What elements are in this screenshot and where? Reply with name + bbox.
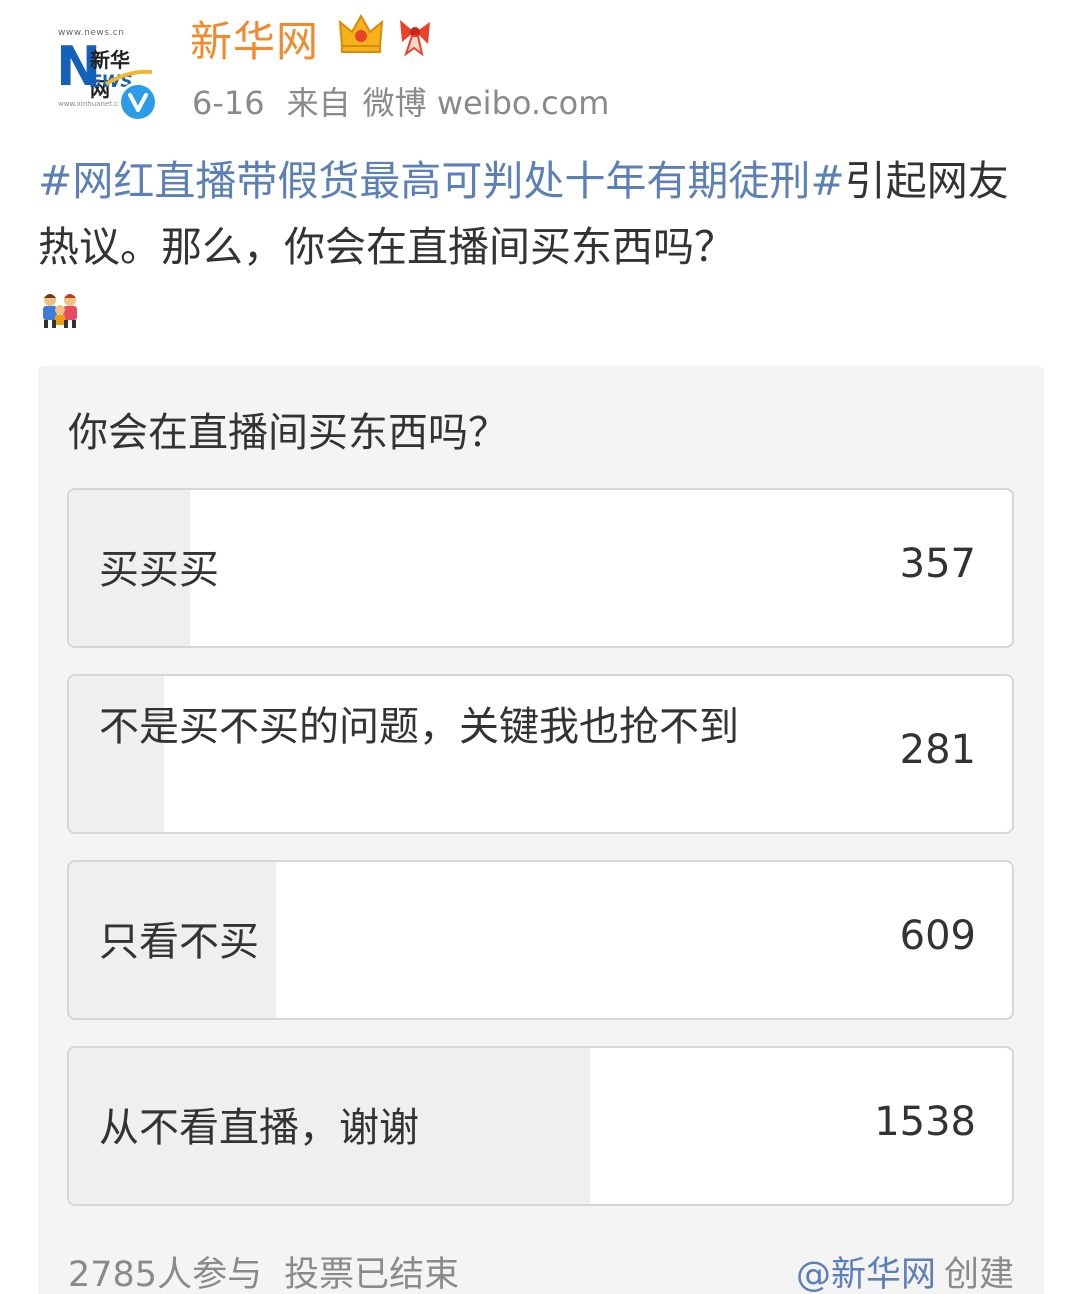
poll-participants: 2785人参与 (68, 1255, 263, 1294)
weibo-post: www.news.cn N 新华网 EWS www.xinhuanet.com … (0, 0, 1080, 1294)
poll-footer: 2785人参与 投票已结束 (68, 1246, 481, 1294)
poll-option-label: 不是买不买的问题，关键我也抢不到 (99, 704, 739, 750)
poll-creator-suffix: 创建 (943, 1255, 1014, 1294)
verified-v-icon (118, 82, 158, 122)
poll-status: 投票已结束 (284, 1255, 460, 1294)
post-date: 6-16 (192, 84, 265, 122)
post-meta: 6-16 来自 微博 weibo.com (192, 78, 631, 124)
source-prefix: 来自 (286, 84, 351, 122)
poll-creator: @新华网 创建 (796, 1246, 1014, 1294)
poll-option-label: 从不看直播，谢谢 (99, 1105, 419, 1151)
post-text: #网红直播带假货最高可判处十年有期徒刑#引起网友热议。那么，你会在直播间买东西吗… (38, 148, 1038, 280)
poll-option[interactable]: 只看不买 609 (67, 860, 1014, 1020)
poll-option[interactable]: 买买买 357 (67, 488, 1014, 648)
account-name[interactable]: 新华网 (190, 8, 319, 69)
poll-card: 你会在直播间买东西吗？ 买买买 357 不是买不买的问题，关键我也抢不到 281… (38, 366, 1044, 1294)
ribbon-icon (400, 20, 430, 57)
poll-option[interactable]: 不是买不买的问题，关键我也抢不到 281 (67, 674, 1014, 834)
poll-creator-link[interactable]: @新华网 (796, 1255, 936, 1294)
poll-option[interactable]: 从不看直播，谢谢 1538 (67, 1046, 1014, 1206)
poll-option-count: 357 (899, 541, 976, 587)
poll-option-count: 281 (899, 727, 976, 773)
poll-option-count: 1538 (874, 1099, 976, 1145)
crown-icon (338, 13, 384, 53)
poll-option-label: 买买买 (99, 547, 219, 593)
poll-question: 你会在直播间买东西吗？ (68, 410, 508, 456)
poll-option-count: 609 (899, 913, 976, 959)
poll-option-label: 只看不买 (99, 919, 259, 965)
people-emoji-icon (43, 294, 77, 328)
hashtag-link[interactable]: #网红直播带假货最高可判处十年有期徒刑# (38, 157, 845, 205)
post-source[interactable]: 微博 weibo.com (363, 84, 610, 122)
